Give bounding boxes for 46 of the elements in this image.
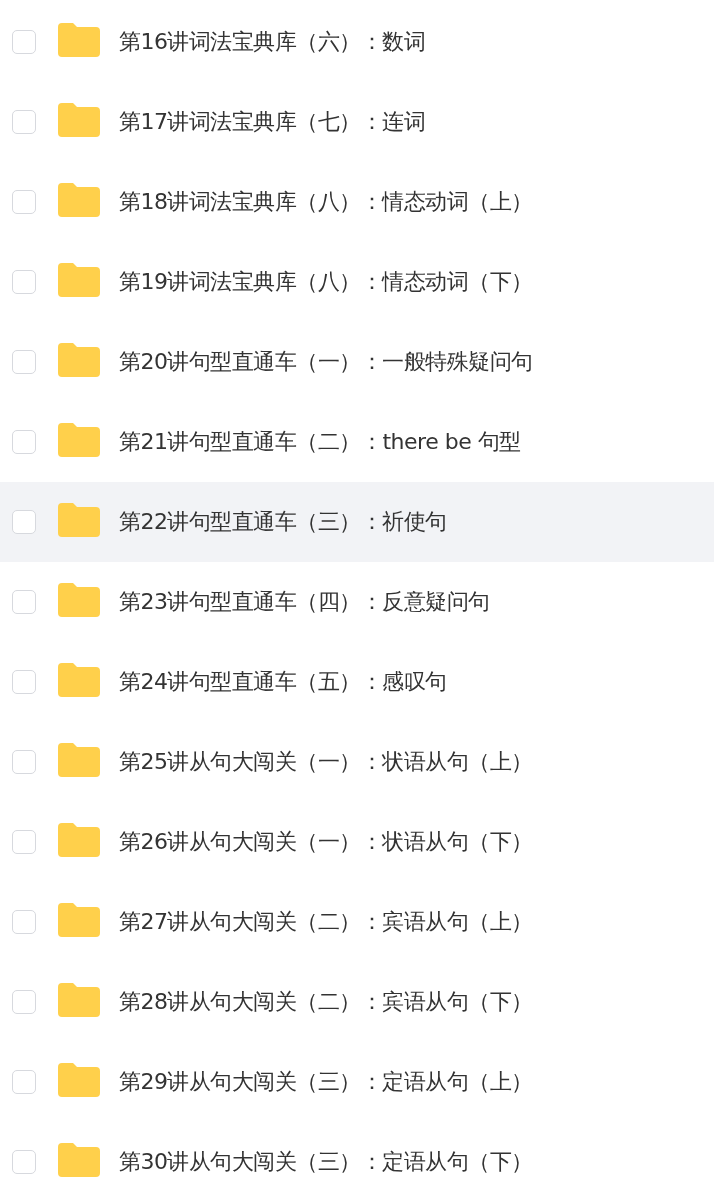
folder-icon — [58, 263, 100, 297]
checkbox[interactable] — [12, 510, 36, 534]
checkbox[interactable] — [12, 430, 36, 454]
folder-icon — [58, 1143, 100, 1177]
checkbox[interactable] — [12, 910, 36, 934]
checkbox[interactable] — [12, 670, 36, 694]
folder-icon — [58, 583, 100, 617]
folder-icon — [58, 183, 100, 217]
folder-name[interactable]: 第23讲句型直通车（四）：反意疑问句 — [119, 587, 490, 617]
folder-name[interactable]: 第30讲从句大闯关（三）：定语从句（下） — [119, 1147, 533, 1177]
checkbox[interactable] — [12, 590, 36, 614]
folder-name[interactable]: 第17讲词法宝典库（七）：连词 — [119, 107, 426, 137]
folder-icon — [58, 503, 100, 537]
folder-name[interactable]: 第27讲从句大闯关（二）：宾语从句（上） — [119, 907, 533, 937]
folder-icon — [58, 103, 100, 137]
folder-name[interactable]: 第18讲词法宝典库（八）：情态动词（上） — [119, 187, 533, 217]
folder-name[interactable]: 第16讲词法宝典库（六）：数词 — [119, 27, 426, 57]
folder-icon — [58, 343, 100, 377]
folder-icon — [58, 23, 100, 57]
folder-name[interactable]: 第26讲从句大闯关（一）：状语从句（下） — [119, 827, 533, 857]
checkbox[interactable] — [12, 190, 36, 214]
folder-name[interactable]: 第28讲从句大闯关（二）：宾语从句（下） — [119, 987, 533, 1017]
checkbox[interactable] — [12, 30, 36, 54]
folder-name[interactable]: 第21讲句型直通车（二）：there be 句型 — [119, 427, 521, 457]
file-row[interactable]: 第22讲句型直通车（三）：祈使句 — [0, 482, 714, 562]
folder-name[interactable]: 第24讲句型直通车（五）：感叹句 — [119, 667, 447, 697]
checkbox[interactable] — [12, 110, 36, 134]
folder-icon — [58, 823, 100, 857]
checkbox[interactable] — [12, 350, 36, 374]
folder-icon — [58, 663, 100, 697]
checkbox[interactable] — [12, 270, 36, 294]
folder-icon — [58, 1063, 100, 1097]
folder-name[interactable]: 第29讲从句大闯关（三）：定语从句（上） — [119, 1067, 533, 1097]
folder-name[interactable]: 第19讲词法宝典库（八）：情态动词（下） — [119, 267, 533, 297]
folder-icon — [58, 743, 100, 777]
folder-icon — [58, 903, 100, 937]
folder-name[interactable]: 第22讲句型直通车（三）：祈使句 — [119, 507, 447, 537]
folder-name[interactable]: 第25讲从句大闯关（一）：状语从句（上） — [119, 747, 533, 777]
checkbox[interactable] — [12, 750, 36, 774]
checkbox[interactable] — [12, 990, 36, 1014]
folder-icon — [58, 423, 100, 457]
folder-icon — [58, 983, 100, 1017]
checkbox[interactable] — [12, 1150, 36, 1174]
checkbox[interactable] — [12, 830, 36, 854]
checkbox[interactable] — [12, 1070, 36, 1094]
folder-name[interactable]: 第20讲句型直通车（一）：一般特殊疑问句 — [119, 347, 533, 377]
